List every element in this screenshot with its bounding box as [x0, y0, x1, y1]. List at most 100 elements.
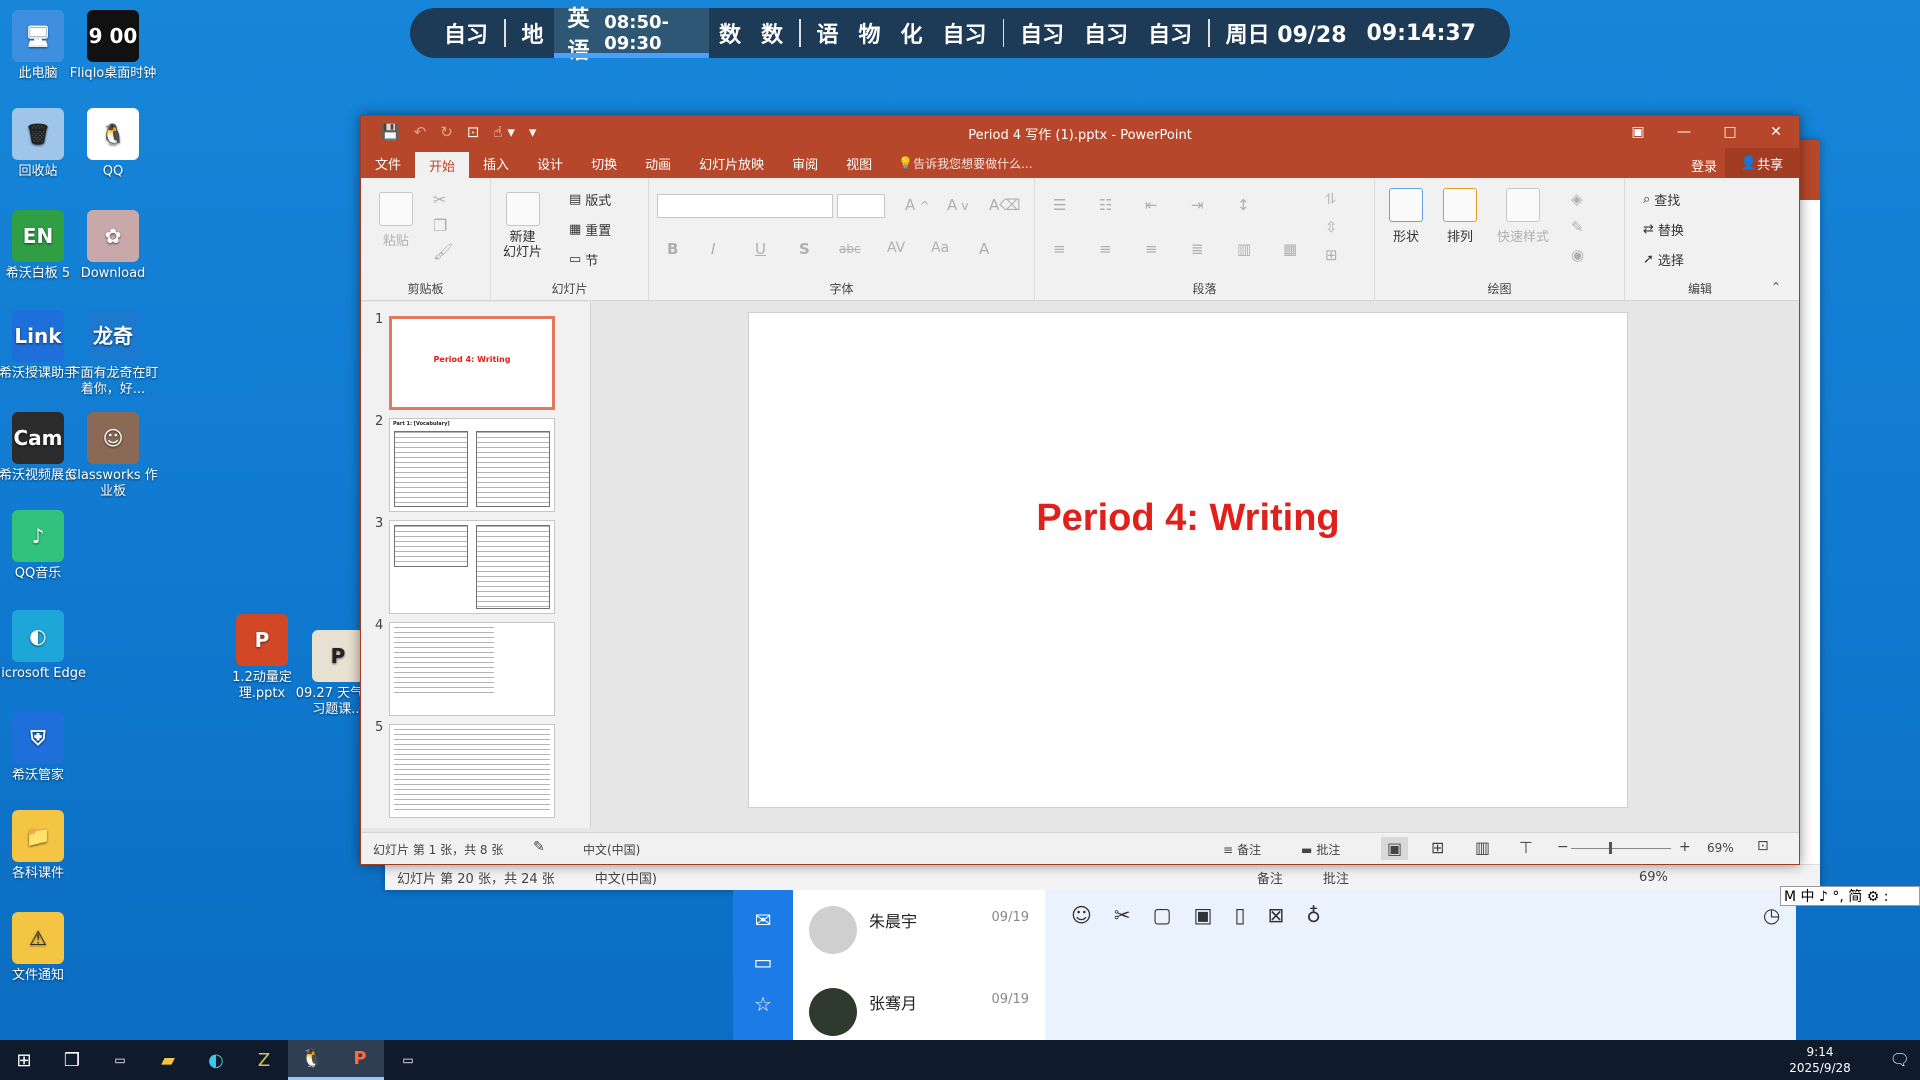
- task-view-icon[interactable]: ❒: [48, 1040, 96, 1080]
- arrange-button[interactable]: 排列: [1443, 188, 1477, 245]
- language[interactable]: 中文(中国): [583, 841, 640, 858]
- numbering-icon[interactable]: ☷: [1099, 196, 1112, 214]
- spelling-icon[interactable]: ✎: [533, 839, 545, 855]
- font-size-input[interactable]: [837, 194, 885, 218]
- shape-fill-icon[interactable]: ◈: [1571, 190, 1583, 208]
- new-slide-button[interactable]: 新建 幻灯片: [503, 192, 542, 260]
- decrease-font-icon[interactable]: Av: [947, 196, 969, 214]
- text-direction-icon[interactable]: ⥮: [1325, 190, 1336, 208]
- login-link[interactable]: 登录: [1691, 156, 1717, 175]
- collapse-ribbon-icon[interactable]: ⌃: [1771, 280, 1781, 294]
- customize-qat-icon[interactable]: ▾: [529, 123, 537, 141]
- box-icon[interactable]: ⊠: [1267, 903, 1284, 927]
- share-button[interactable]: 👤 共享: [1725, 148, 1799, 178]
- bold-icon[interactable]: B: [667, 240, 678, 258]
- contact-item[interactable]: 朱晨宇 09/19: [793, 890, 1045, 972]
- edge-icon[interactable]: ◐: [192, 1040, 240, 1080]
- maximize-icon[interactable]: □: [1707, 116, 1753, 148]
- desktop-icon[interactable]: 📁 各科课件: [0, 810, 86, 882]
- tab-view[interactable]: 视图: [832, 148, 886, 178]
- tab-design[interactable]: 设计: [523, 148, 577, 178]
- zoom-out-button[interactable]: −: [1557, 839, 1569, 855]
- mail-icon[interactable]: ✉: [733, 908, 793, 932]
- slide-sorter-icon[interactable]: ⊞: [1431, 838, 1444, 857]
- replace-button[interactable]: ⇄ 替换: [1643, 220, 1684, 239]
- desktop-icon[interactable]: ◐ Microsoft Edge: [0, 610, 86, 682]
- touch-mode-icon[interactable]: ☝ ▾: [493, 123, 514, 141]
- desktop-icon[interactable]: 龙奇 下面有龙奇在盯着你，好...: [65, 310, 161, 398]
- align-right-icon[interactable]: ≡: [1145, 240, 1158, 258]
- underline-icon[interactable]: U: [755, 240, 766, 258]
- tell-me-search[interactable]: 💡 告诉我您想要做什么...: [886, 148, 1032, 178]
- desktop-icon[interactable]: ⛨ 希沃管家: [0, 712, 86, 784]
- minimize-icon[interactable]: —: [1661, 116, 1707, 148]
- change-case-icon[interactable]: Aa: [931, 240, 949, 256]
- qq-icon[interactable]: 🐧: [288, 1040, 336, 1080]
- app-icon[interactable]: Z: [240, 1040, 288, 1080]
- tab-insert[interactable]: 插入: [469, 148, 523, 178]
- shake-icon[interactable]: ▯: [1234, 903, 1245, 927]
- current-slide[interactable]: Period 4: Writing: [748, 312, 1628, 808]
- normal-view-icon[interactable]: ▣: [1381, 837, 1409, 860]
- ime-toolbar[interactable]: M 中 ♪ °, 简 ⚙ :: [1780, 886, 1920, 906]
- quick-styles-button[interactable]: 快速样式: [1497, 188, 1549, 245]
- zoom-slider-thumb[interactable]: [1609, 842, 1612, 854]
- paste-button[interactable]: 粘贴: [379, 192, 413, 249]
- find-button[interactable]: ⌕ 查找: [1643, 190, 1680, 209]
- zoom-slider[interactable]: [1571, 848, 1671, 849]
- char-spacing-icon[interactable]: AV: [887, 240, 905, 256]
- zoom-in-button[interactable]: +: [1679, 839, 1691, 855]
- justify-icon[interactable]: ≣: [1191, 240, 1204, 258]
- powerpoint-window[interactable]: 💾 ↶ ↻ ⊡ ☝ ▾ ▾ Period 4 写作 (1).pptx - Pow…: [360, 115, 1800, 865]
- desktop-icon[interactable]: ✿ Download: [65, 210, 161, 282]
- decrease-indent-icon[interactable]: ⇤: [1145, 196, 1158, 214]
- tab-review[interactable]: 审阅: [778, 148, 832, 178]
- desktop-icon[interactable]: ☺ Classworks 作业板: [65, 412, 161, 500]
- tab-animations[interactable]: 动画: [631, 148, 685, 178]
- increase-indent-icon[interactable]: ⇥: [1191, 196, 1204, 214]
- strikethrough-icon[interactable]: abc: [839, 242, 861, 256]
- emoji-icon[interactable]: ☺: [1071, 903, 1092, 927]
- columns-icon[interactable]: ▦: [1283, 240, 1297, 258]
- font-color-icon[interactable]: A: [979, 240, 989, 258]
- app-icon[interactable]: ▭: [96, 1040, 144, 1080]
- section-button[interactable]: ▭ 节: [569, 250, 598, 269]
- reading-view-icon[interactable]: ▥: [1475, 838, 1490, 857]
- bullets-icon[interactable]: ☰: [1053, 196, 1066, 214]
- bookmark-icon[interactable]: ☆: [733, 992, 793, 1016]
- folder-icon[interactable]: ▢: [1153, 903, 1172, 927]
- start-icon[interactable]: ⊞: [0, 1040, 48, 1080]
- shadow-icon[interactable]: S: [799, 240, 810, 258]
- increase-font-icon[interactable]: A ^: [905, 196, 930, 214]
- font-name-input[interactable]: [657, 194, 833, 218]
- layout-button[interactable]: ▤ 版式: [569, 190, 611, 209]
- system-clock[interactable]: 9:14 2025/9/28: [1770, 1040, 1870, 1080]
- italic-icon[interactable]: I: [711, 240, 715, 258]
- tab-home[interactable]: 开始: [415, 152, 470, 178]
- comments-button[interactable]: ▬ 批注: [1301, 841, 1340, 858]
- slide-title[interactable]: Period 4: Writing: [749, 497, 1627, 540]
- tab-file[interactable]: 文件: [361, 148, 415, 178]
- desktop-icon[interactable]: ♪ QQ音乐: [0, 510, 86, 582]
- history-icon[interactable]: ◷: [1763, 903, 1780, 927]
- file-explorer-icon[interactable]: ▰: [144, 1040, 192, 1080]
- close-icon[interactable]: ✕: [1753, 116, 1799, 148]
- save-icon[interactable]: 💾: [381, 123, 400, 141]
- notes-button[interactable]: ≡ 备注: [1223, 841, 1261, 858]
- bg-comments-button[interactable]: 批注: [1323, 868, 1349, 887]
- bg-notes-button[interactable]: 备注: [1257, 868, 1283, 887]
- align-center-icon[interactable]: ≡: [1099, 240, 1112, 258]
- image-icon[interactable]: ▣: [1194, 903, 1213, 927]
- zoom-level[interactable]: 69%: [1707, 841, 1734, 855]
- tab-slideshow[interactable]: 幻灯片放映: [685, 148, 778, 178]
- ribbon-display-icon[interactable]: ▣: [1615, 116, 1661, 148]
- fit-slide-icon[interactable]: ⊡: [1757, 838, 1769, 854]
- folder-icon[interactable]: ▭: [733, 950, 793, 974]
- desktop-icon[interactable]: 9 00 Fliqlo桌面时钟: [65, 10, 161, 82]
- distributed-icon[interactable]: ▥: [1237, 240, 1251, 258]
- shape-outline-icon[interactable]: ✎: [1571, 218, 1584, 236]
- slideshow-icon[interactable]: ⊤: [1519, 838, 1533, 857]
- format-painter-icon[interactable]: 🖌: [433, 242, 453, 261]
- desktop-icon[interactable]: ⚠ 文件通知: [0, 912, 86, 984]
- notification-icon[interactable]: 🗨: [1890, 1050, 1910, 1069]
